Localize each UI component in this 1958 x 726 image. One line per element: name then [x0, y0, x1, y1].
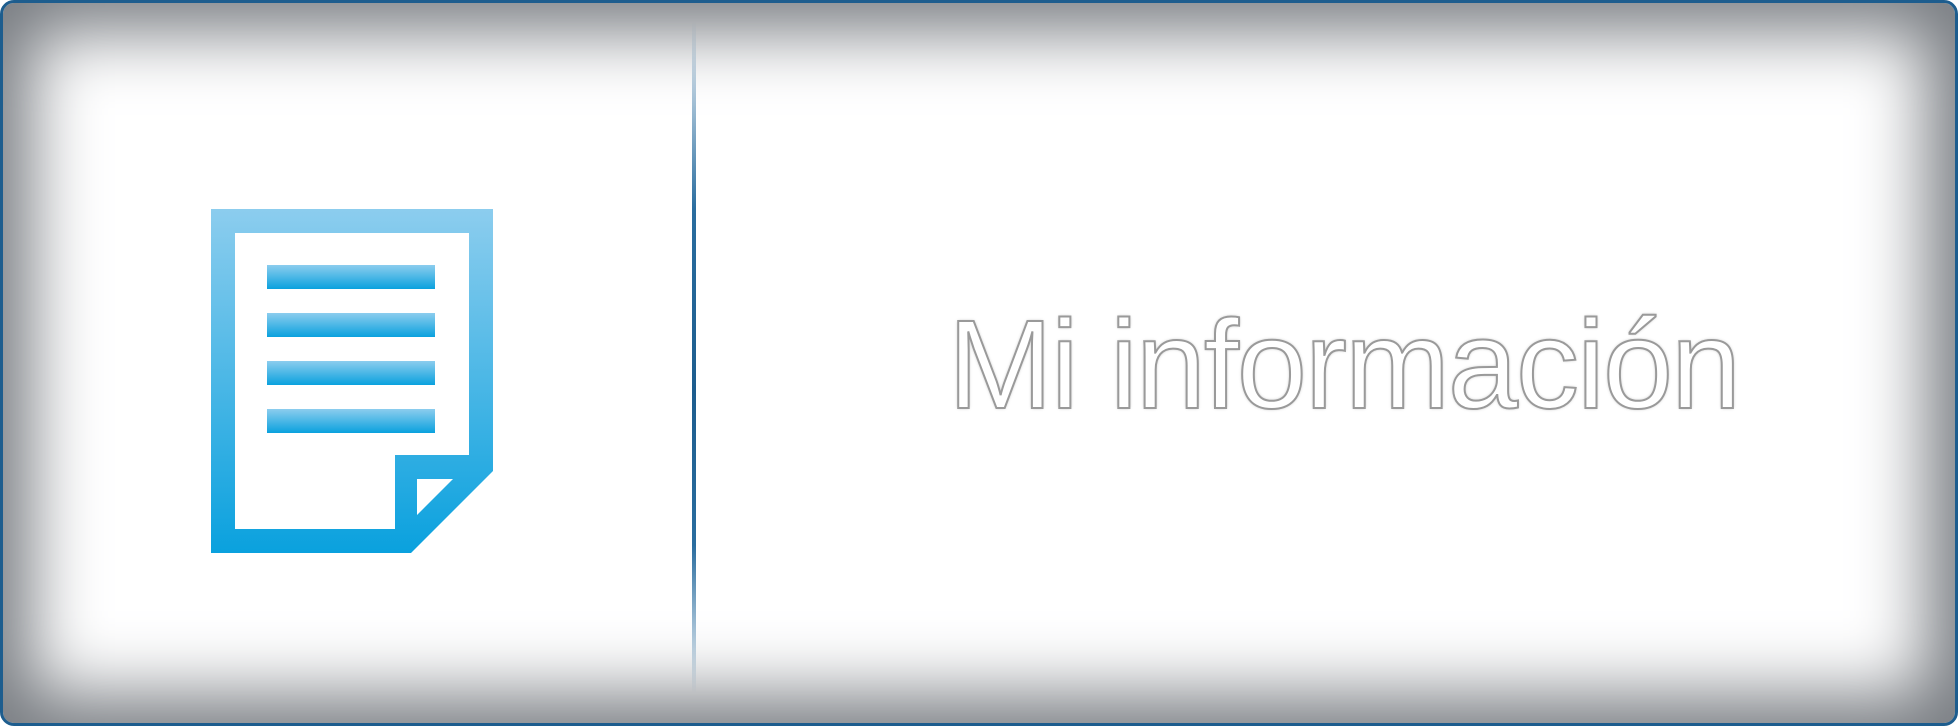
document-icon	[211, 209, 493, 553]
label-panel: Mi información	[696, 3, 1955, 723]
icon-panel	[3, 3, 695, 723]
mi-informacion-button[interactable]: Mi información	[0, 0, 1958, 726]
button-label: Mi información	[947, 293, 1742, 436]
